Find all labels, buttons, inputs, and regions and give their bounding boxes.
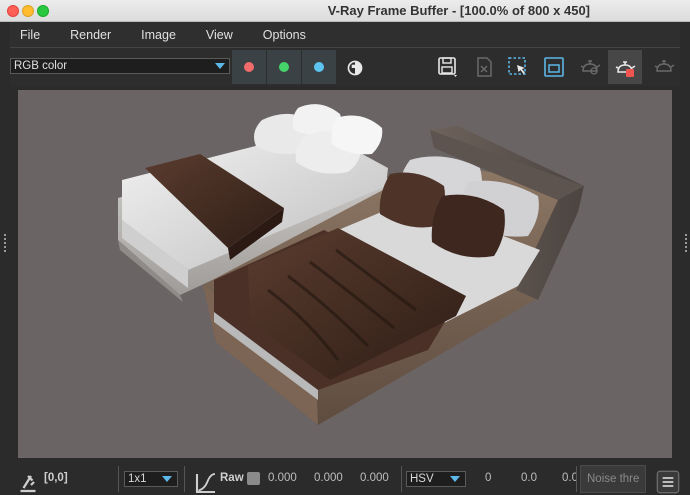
- blue-value: 0.000: [360, 472, 389, 484]
- right-panel-handle[interactable]: [683, 232, 688, 258]
- green-channel-button[interactable]: [267, 50, 301, 84]
- clear-icon: [477, 57, 492, 77]
- curve-icon: [195, 473, 216, 494]
- interactive-render-button[interactable]: [578, 55, 602, 79]
- hue-value: 0: [485, 472, 492, 484]
- channel-select[interactable]: RGB color: [10, 58, 230, 74]
- menu-view[interactable]: View: [196, 28, 243, 42]
- teapot-icon: [654, 60, 675, 72]
- list-icon: [656, 470, 680, 494]
- zoom-window-button[interactable]: [37, 5, 49, 17]
- sample-size-value: 1x1: [128, 473, 147, 485]
- noise-threshold-label: Noise thre: [587, 473, 640, 485]
- track-mouse-button[interactable]: [542, 55, 566, 79]
- save-icon: [438, 57, 457, 77]
- teapot-button[interactable]: [652, 55, 676, 79]
- green-value: 0.000: [314, 472, 343, 484]
- render-viewport[interactable]: [18, 90, 672, 458]
- value-value: 0.0: [562, 472, 576, 484]
- title-bar: V-Ray Frame Buffer - [100.0% of 800 x 45…: [0, 0, 690, 22]
- save-image-button[interactable]: [436, 55, 460, 79]
- blue-dot-icon: [314, 62, 324, 72]
- region-render-button[interactable]: [506, 55, 530, 79]
- menu-image[interactable]: Image: [131, 28, 186, 42]
- render-icon: [615, 61, 636, 77]
- alpha-icon: [347, 60, 363, 76]
- raw-checkbox[interactable]: [247, 472, 260, 485]
- minimize-window-button[interactable]: [22, 5, 34, 17]
- red-value: 0.000: [268, 472, 297, 484]
- close-window-button[interactable]: [7, 5, 19, 17]
- clear-image-button[interactable]: [472, 55, 496, 79]
- history-button[interactable]: [656, 470, 680, 494]
- chevron-down-icon: [162, 476, 172, 482]
- interactive-render-icon: [580, 60, 601, 75]
- pick-pixel-button[interactable]: [16, 470, 36, 493]
- red-channel-button[interactable]: [232, 50, 266, 84]
- chevron-down-icon: [215, 63, 225, 69]
- saturation-value: 0.0: [521, 472, 537, 484]
- separator: [118, 466, 119, 492]
- separator: [401, 466, 402, 492]
- region-render-icon: [508, 57, 526, 75]
- menu-bar: File Render Image View Options: [10, 22, 680, 48]
- status-bar: [0,0] 1x1 Raw 0.000 0.000 0.000 HSV 0 0.…: [0, 462, 690, 495]
- color-correction-button[interactable]: [194, 471, 216, 494]
- separator: [576, 466, 577, 492]
- track-mouse-icon: [544, 57, 564, 77]
- render-button[interactable]: [608, 50, 642, 84]
- sample-size-select[interactable]: 1x1: [124, 471, 178, 487]
- menu-file[interactable]: File: [10, 28, 50, 42]
- chevron-down-icon: [450, 476, 460, 482]
- blue-channel-button[interactable]: [302, 50, 336, 84]
- toolbar: RGB color: [10, 48, 680, 86]
- menu-options[interactable]: Options: [253, 28, 316, 42]
- green-dot-icon: [279, 62, 289, 72]
- channel-select-value: RGB color: [14, 60, 68, 72]
- red-dot-icon: [244, 62, 254, 72]
- eyedropper-icon: [20, 475, 36, 493]
- window-title: V-Ray Frame Buffer - [100.0% of 800 x 45…: [327, 3, 590, 18]
- pixel-coords: [0,0]: [44, 472, 68, 484]
- alpha-channel-button[interactable]: [343, 56, 365, 78]
- color-mode-select[interactable]: HSV: [406, 471, 466, 487]
- color-mode-value: HSV: [410, 473, 434, 485]
- menu-render[interactable]: Render: [60, 28, 121, 42]
- separator: [184, 466, 185, 492]
- raw-label: Raw: [220, 472, 244, 484]
- noise-threshold-button[interactable]: Noise thre: [580, 465, 646, 493]
- rendered-image: [118, 104, 584, 425]
- left-panel-handle[interactable]: [2, 232, 7, 258]
